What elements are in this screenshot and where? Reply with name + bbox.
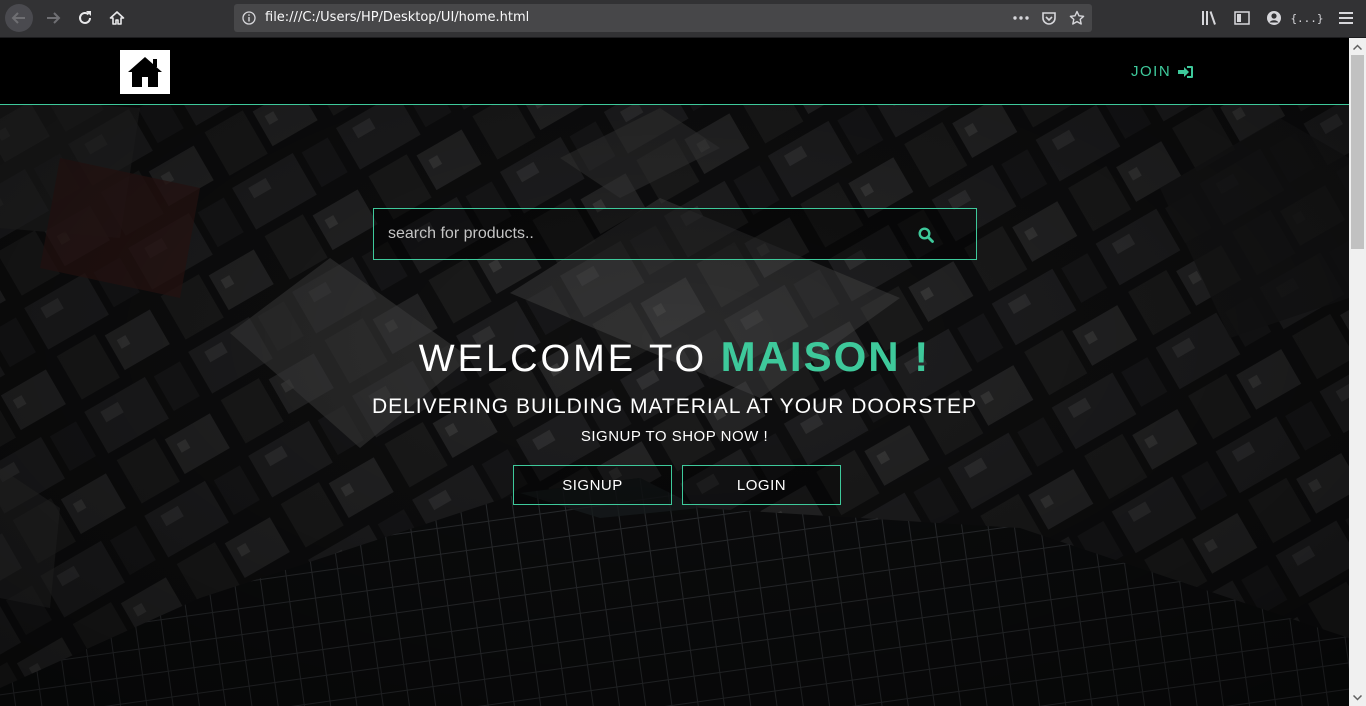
signup-button[interactable]: SIGNUP	[513, 465, 672, 505]
tagline: DELIVERING BUILDING MATERIAL AT YOUR DOO…	[371, 395, 978, 418]
welcome-heading: WELCOME TO MAISON !	[0, 334, 1349, 382]
back-button[interactable]	[5, 4, 33, 32]
search-bar	[373, 208, 977, 260]
join-link[interactable]: JOIN	[1131, 63, 1194, 80]
join-label: JOIN	[1131, 63, 1172, 80]
sidebar-icon[interactable]	[1232, 8, 1252, 28]
arrow-right-icon	[47, 12, 61, 24]
info-icon[interactable]	[242, 10, 256, 29]
arrow-left-icon	[11, 12, 25, 24]
logo[interactable]	[120, 50, 170, 94]
login-button[interactable]: LOGIN	[682, 465, 841, 505]
search-input[interactable]	[374, 209, 894, 259]
account-icon[interactable]	[1264, 8, 1284, 28]
vertical-scrollbar[interactable]	[1349, 38, 1366, 706]
sign-in-icon	[1178, 65, 1194, 78]
browser-toolbar: file:///C:/Users/HP/Desktop/UI/home.html…	[0, 0, 1366, 38]
forward-button[interactable]	[39, 4, 67, 32]
search-icon	[918, 227, 934, 243]
more-actions-icon[interactable]	[1012, 9, 1030, 27]
scroll-thumb[interactable]	[1351, 55, 1364, 249]
url-text[interactable]: file:///C:/Users/HP/Desktop/UI/home.html	[265, 10, 529, 25]
address-bar[interactable]: file:///C:/Users/HP/Desktop/UI/home.html	[234, 4, 1092, 32]
signup-prompt: SIGNUP TO SHOP NOW !	[580, 428, 769, 445]
page-viewport: JOIN WELCOME TO MAISON ! DELIVERING BUIL…	[0, 38, 1349, 706]
bookmark-star-icon[interactable]	[1068, 9, 1086, 27]
welcome-prefix: WELCOME TO	[418, 338, 721, 380]
reader-view-icon[interactable]: {...}	[1290, 8, 1323, 28]
scroll-down-arrow[interactable]	[1349, 689, 1366, 706]
reload-button[interactable]	[71, 4, 99, 32]
search-button[interactable]	[914, 223, 938, 247]
site-header: JOIN	[0, 38, 1349, 105]
scroll-up-arrow[interactable]	[1349, 38, 1366, 55]
home-icon	[109, 11, 125, 25]
reload-icon	[79, 11, 91, 24]
brand-name: MAISON !	[720, 333, 931, 380]
menu-icon[interactable]	[1336, 8, 1356, 28]
pocket-icon[interactable]	[1040, 9, 1058, 27]
library-icon[interactable]	[1200, 8, 1220, 28]
house-icon	[128, 57, 162, 87]
home-button[interactable]	[103, 4, 131, 32]
